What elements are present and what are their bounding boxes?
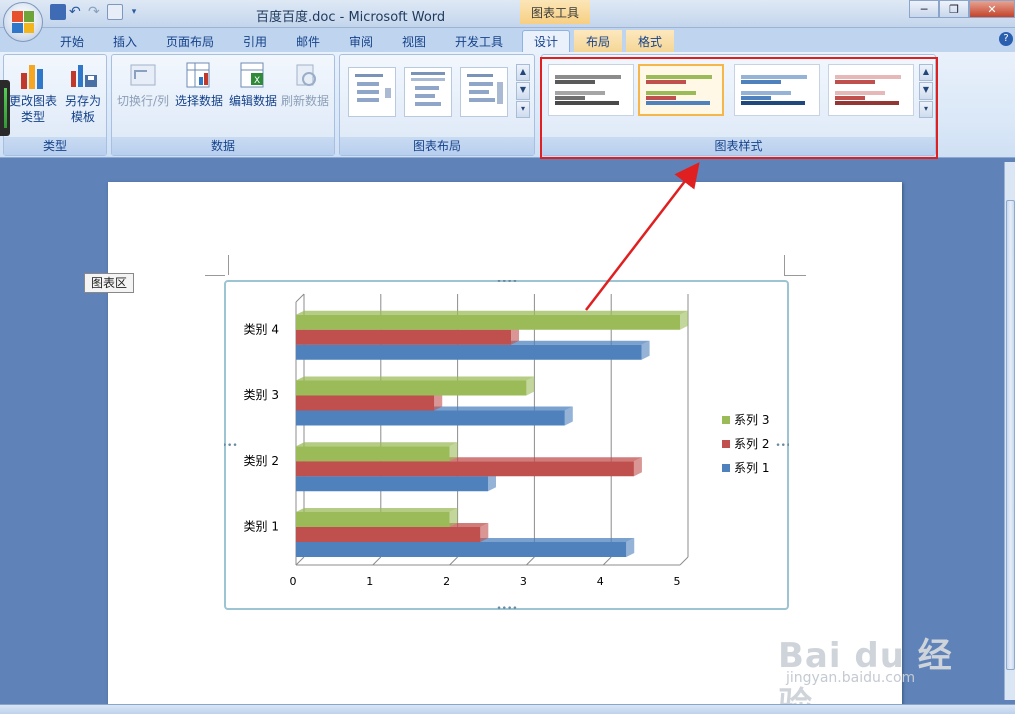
baidu-watermark: Bai du 经验 jingyan.baidu.com [778,628,968,714]
office-logo-icon [12,11,34,33]
vertical-scrollbar[interactable] [1004,162,1015,700]
office-button[interactable] [3,2,43,42]
status-bar [0,704,1015,714]
watermark-url: jingyan.baidu.com [786,670,916,686]
annotation-arrow [585,162,700,311]
scroll-thumb[interactable] [1006,200,1015,670]
